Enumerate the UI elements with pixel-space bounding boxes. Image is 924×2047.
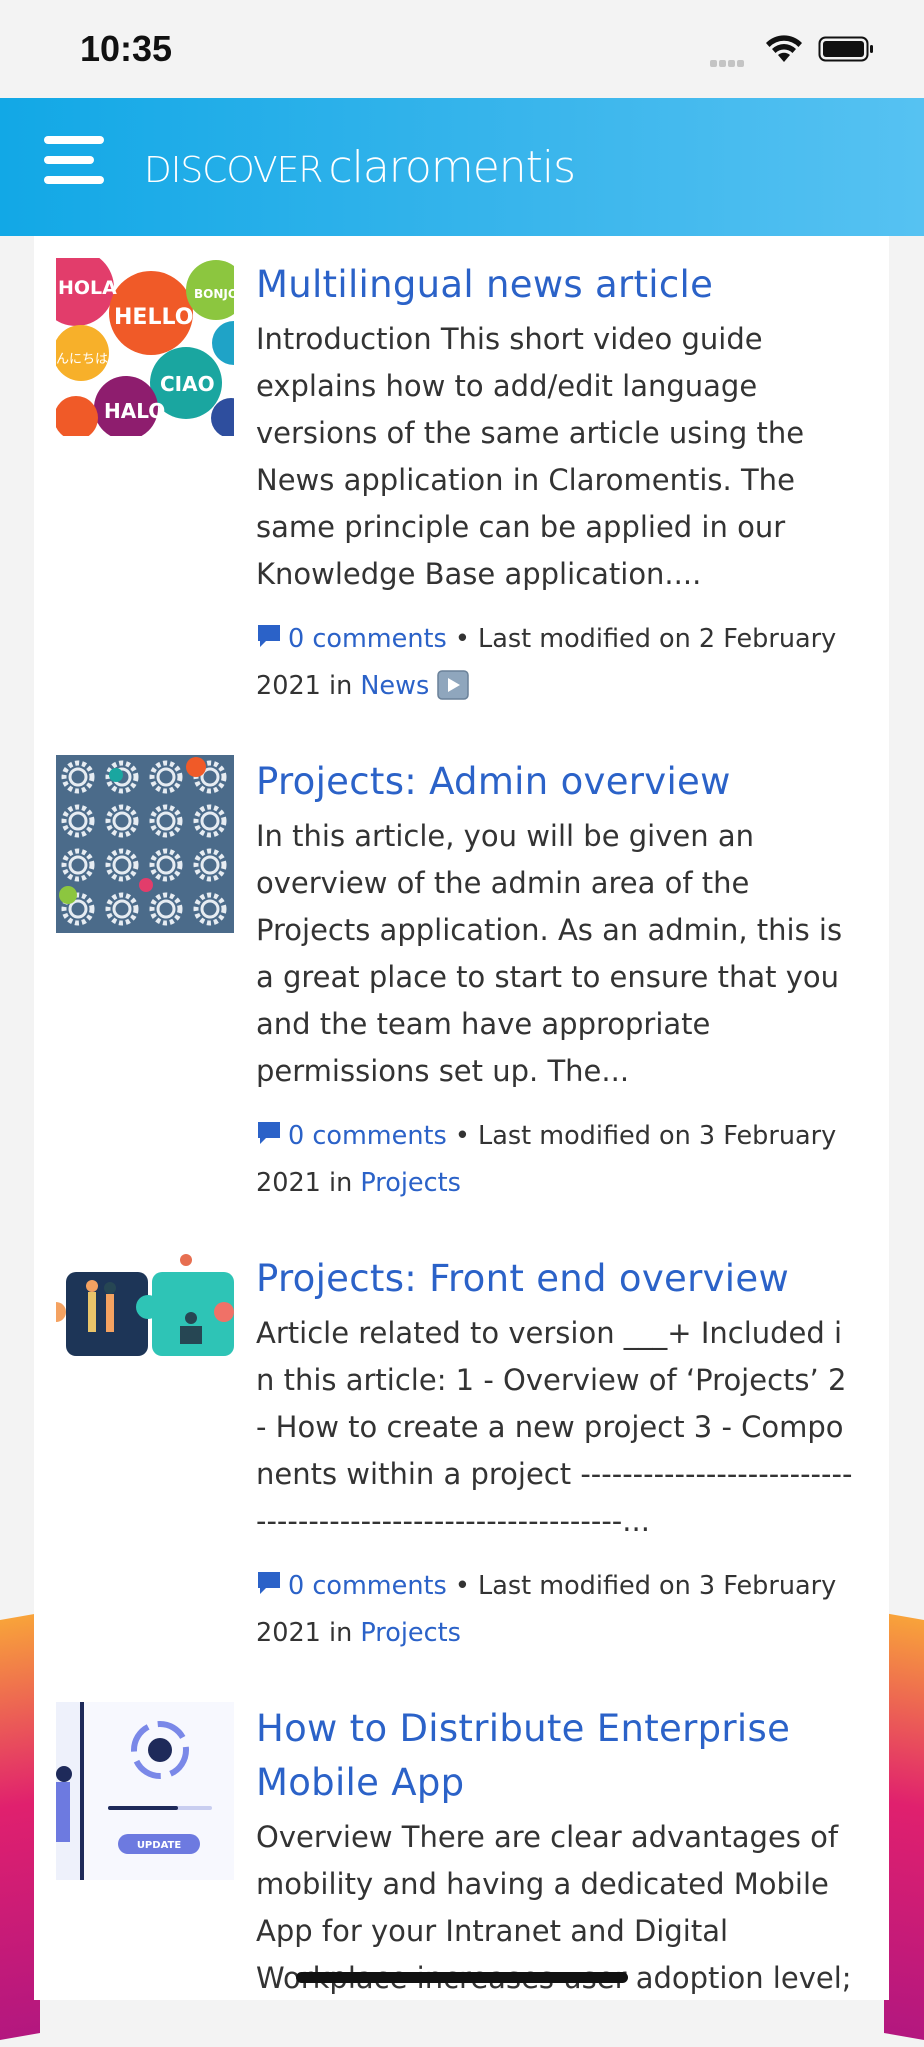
article-meta: 0 comments • Last modified on 3 February…: [256, 1563, 856, 1657]
article-list: HOLA HELLO BONJOU CIAO HALO んにちは Multili…: [34, 236, 889, 2000]
gears-pattern-image[interactable]: [56, 755, 234, 933]
comments-link[interactable]: 0 comments: [288, 1571, 447, 1601]
puzzle-team-image[interactable]: [56, 1252, 234, 1430]
svg-text:CIAO: CIAO: [160, 372, 215, 396]
article-body: Multilingual news article Introduction T…: [256, 258, 856, 710]
hamburger-menu-icon[interactable]: [44, 136, 106, 188]
article-meta: 0 comments • Last modified on 2 February…: [256, 616, 856, 710]
article-summary: In this article, you will be given an ov…: [256, 819, 843, 1088]
comments-link[interactable]: 0 comments: [288, 624, 447, 654]
svg-text:BONJOU: BONJOU: [194, 287, 234, 301]
article-title[interactable]: Projects: Admin overview: [256, 755, 856, 809]
brand-name: claromentis: [328, 142, 576, 193]
svg-text:んにちは: んにちは: [56, 352, 108, 367]
article-body: Projects: Front end overview Article rel…: [256, 1252, 856, 1657]
svg-text:HALO: HALO: [104, 399, 165, 423]
brand-prefix: DISCOVER: [144, 150, 323, 191]
wifi-icon: [766, 35, 802, 62]
signal-dots-icon: [710, 52, 746, 71]
app-header: DISCOVER claromentis: [0, 98, 924, 236]
article-title[interactable]: Multilingual news article: [256, 258, 856, 312]
article-title[interactable]: How to Distribute Enterprise Mobile App: [256, 1702, 856, 1810]
comment-icon: [258, 1572, 280, 1594]
video-play-icon: [437, 670, 470, 700]
status-time: 10:35: [80, 28, 173, 69]
brand-logo[interactable]: DISCOVER claromentis: [144, 142, 576, 193]
svg-text:HELLO: HELLO: [114, 305, 193, 330]
battery-icon: [818, 36, 873, 62]
category-link[interactable]: Projects: [360, 1168, 461, 1198]
home-indicator[interactable]: [296, 1972, 628, 1983]
app-update-image[interactable]: UPDATE: [56, 1702, 234, 1880]
comments-link[interactable]: 0 comments: [288, 1121, 447, 1151]
update-label: UPDATE: [137, 1840, 182, 1851]
category-link[interactable]: News: [360, 671, 429, 701]
comment-icon: [258, 625, 280, 647]
comment-icon: [258, 1122, 280, 1144]
article-title[interactable]: Projects: Front end overview: [256, 1252, 856, 1306]
article-summary: Introduction This short video guide expl…: [256, 322, 805, 591]
article-meta: 0 comments • Last modified on 3 February…: [256, 1113, 856, 1207]
category-link[interactable]: Projects: [360, 1618, 461, 1648]
svg-text:HOLA: HOLA: [58, 277, 117, 299]
article-body: How to Distribute Enterprise Mobile App …: [256, 1702, 856, 2002]
decorative-background-shape: [884, 1612, 924, 2047]
multilingual-greetings-image[interactable]: HOLA HELLO BONJOU CIAO HALO んにちは: [56, 258, 234, 436]
status-bar: 10:35: [0, 0, 924, 98]
article-body: Projects: Admin overview In this article…: [256, 755, 856, 1207]
article-summary: Article related to version ___+ Included…: [256, 1316, 853, 1538]
